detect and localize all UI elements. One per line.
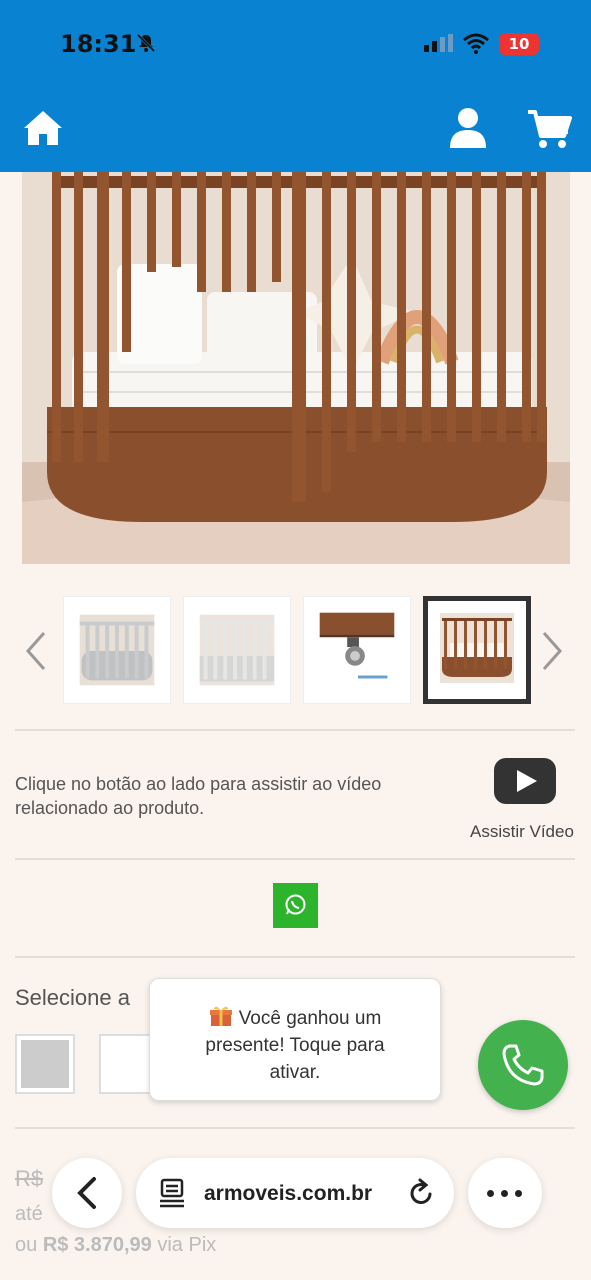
phone-icon [502, 1044, 544, 1086]
gift-toast[interactable]: Você ganhou um presente! Toque para ativ… [149, 978, 441, 1101]
status-time: 18:31 [60, 30, 137, 58]
reload-icon[interactable] [406, 1178, 436, 1208]
signal-icon [424, 34, 453, 52]
chevron-left-icon [77, 1177, 96, 1209]
home-icon[interactable] [22, 108, 64, 148]
gift-icon [209, 1006, 232, 1026]
browser-more-button[interactable] [468, 1158, 542, 1228]
swatch-fill [105, 1040, 153, 1088]
price-pix-value: R$ 3.870,99 [42, 1234, 152, 1256]
wifi-icon [463, 33, 489, 54]
video-description: Clique no botão ao lado para assistir ao… [15, 774, 382, 818]
user-account-icon[interactable] [448, 106, 488, 150]
divider [15, 1127, 575, 1129]
price-pix-prefix: ou [15, 1234, 38, 1256]
url-text[interactable]: armoveis.com.br [204, 1182, 372, 1206]
more-dot [515, 1190, 522, 1197]
color-select-label: Selecione a [15, 985, 130, 1010]
top-header: 18:31 10 [0, 0, 591, 172]
price-installments: até [15, 1203, 43, 1225]
whatsapp-icon [285, 894, 306, 915]
thumbnail-4-selected[interactable] [423, 596, 531, 704]
whatsapp-share-button[interactable] [273, 883, 318, 928]
price-old: R$ [15, 1166, 44, 1191]
battery-indicator: 10 [499, 33, 539, 55]
play-video-button[interactable] [494, 758, 556, 804]
thumbnail-2[interactable] [183, 596, 291, 704]
product-main-image[interactable] [22, 172, 570, 564]
thumbnail-1[interactable] [63, 596, 171, 704]
price-pix-suffix: via Pix [157, 1234, 217, 1256]
more-dot [487, 1190, 494, 1197]
thumbnail-prev-arrow-icon[interactable] [24, 630, 48, 672]
price-pix: ou R$ 3.870,99 via Pix [15, 1234, 216, 1257]
swatch-fill [21, 1040, 69, 1088]
thumbnail-3[interactable] [303, 596, 411, 704]
color-swatch-gray[interactable] [15, 1034, 75, 1094]
divider [15, 956, 575, 958]
thumbnail-next-arrow-icon[interactable] [540, 630, 564, 672]
bell-muted-icon [136, 33, 156, 53]
shopping-cart-icon[interactable] [526, 108, 572, 150]
page-menu-icon[interactable] [158, 1178, 186, 1208]
browser-address-bar[interactable]: armoveis.com.br [136, 1158, 454, 1228]
divider [15, 858, 575, 860]
browser-back-button[interactable] [52, 1158, 122, 1228]
call-button[interactable] [478, 1020, 568, 1110]
more-dot [501, 1190, 508, 1197]
divider [15, 729, 575, 731]
watch-video-label[interactable]: Assistir Vídeo [470, 822, 574, 842]
